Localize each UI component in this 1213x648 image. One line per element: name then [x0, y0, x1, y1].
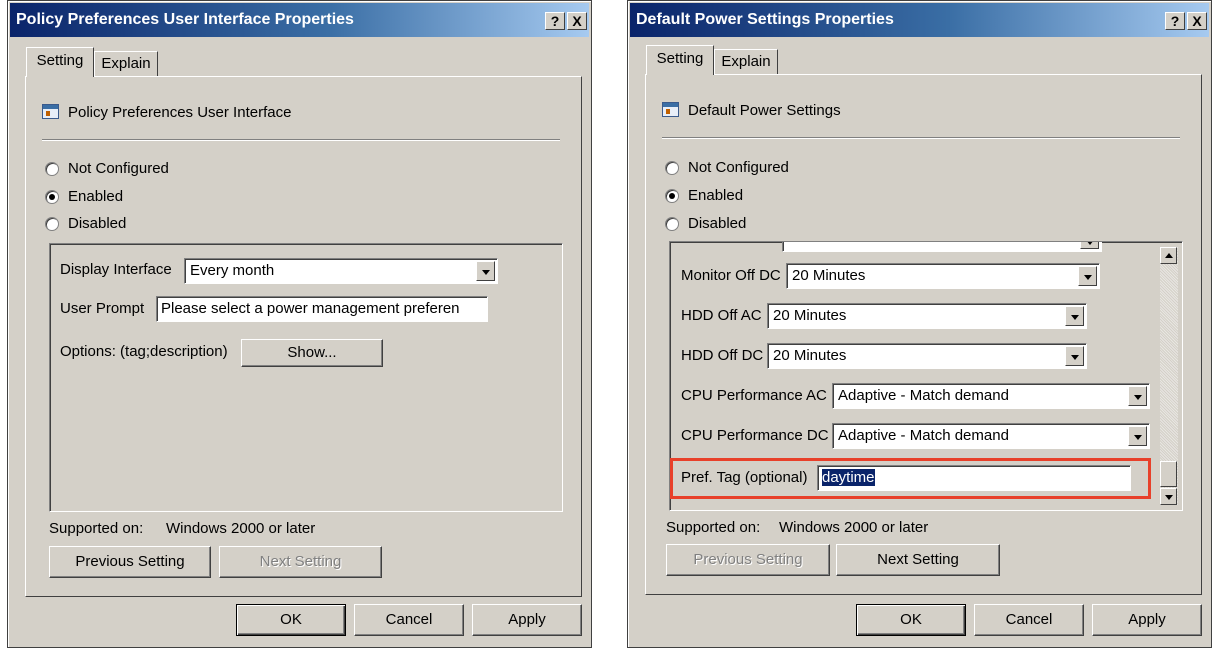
next-setting-button[interactable]: Next Setting [836, 544, 1000, 576]
scroll-up-icon[interactable] [1160, 247, 1177, 264]
radio-label: Enabled [68, 188, 124, 205]
right-dialog: Default Power Settings Properties ? X Se… [627, 0, 1212, 648]
chevron-down-icon[interactable] [1080, 242, 1099, 249]
radio-disabled[interactable]: Disabled [665, 215, 746, 232]
divider [662, 137, 1180, 139]
cancel-button[interactable]: Cancel [974, 604, 1084, 636]
policy-icon [662, 102, 679, 117]
radio-enabled[interactable]: Enabled [665, 187, 743, 204]
radio-circle-selected [665, 188, 679, 203]
ok-button[interactable]: OK [236, 604, 346, 636]
policy-icon [42, 104, 59, 119]
help-button[interactable]: ? [545, 12, 565, 30]
left-dialog-title: Policy Preferences User Interface Proper… [16, 11, 354, 28]
apply-button[interactable]: Apply [1092, 604, 1202, 636]
tab-explain[interactable]: Explain [714, 49, 778, 75]
cpu-performance-ac-value: Adaptive - Match demand [838, 387, 1009, 404]
options-label: Options: (tag;description) [60, 343, 228, 360]
left-tab-panel: Policy Preferences User Interface Not Co… [25, 76, 582, 597]
radio-disabled[interactable]: Disabled [45, 215, 126, 232]
apply-button[interactable]: Apply [472, 604, 582, 636]
hdd-off-dc-label: HDD Off DC [681, 347, 764, 364]
chevron-down-icon[interactable] [476, 261, 495, 281]
right-dialog-title: Default Power Settings Properties [636, 11, 894, 28]
close-button[interactable]: X [1187, 12, 1207, 30]
scrollbar-thumb[interactable] [1160, 461, 1177, 487]
right-titlebar: Default Power Settings Properties ? X [630, 3, 1209, 37]
pref-tag-input[interactable]: daytime [817, 465, 1131, 491]
radio-label: Disabled [688, 215, 747, 232]
radio-circle-selected [45, 189, 59, 204]
help-button[interactable]: ? [1165, 12, 1185, 30]
pref-tag-label: Pref. Tag (optional) [681, 469, 808, 486]
divider [42, 139, 560, 141]
monitor-off-dc-value: 20 Minutes [792, 267, 866, 284]
radio-label: Enabled [688, 187, 744, 204]
policy-name: Default Power Settings [688, 102, 841, 119]
hdd-off-dc-dropdown[interactable]: 20 Minutes [767, 343, 1087, 369]
left-dialog: Policy Preferences User Interface Proper… [7, 0, 592, 648]
tab-explain[interactable]: Explain [94, 51, 158, 77]
options-panel: Monitor Off DC 20 Minutes HDD Off AC 20 … [669, 241, 1183, 511]
pref-tag-value: daytime [822, 469, 875, 486]
supported-on-label: Supported on: [666, 519, 761, 536]
show-button[interactable]: Show... [241, 339, 383, 367]
user-prompt-label: User Prompt [60, 300, 145, 317]
scroll-down-icon[interactable] [1160, 488, 1177, 505]
scrolled-dropdown[interactable] [782, 242, 1102, 252]
supported-on-value: Windows 2000 or later [166, 520, 316, 537]
user-prompt-value: Please select a power management prefere… [161, 300, 460, 317]
policy-name: Policy Preferences User Interface [68, 104, 292, 121]
options-panel: Display Interface Every month User Promp… [49, 243, 563, 512]
previous-setting-button[interactable]: Previous Setting [666, 544, 830, 576]
left-titlebar: Policy Preferences User Interface Proper… [10, 3, 589, 37]
ok-button[interactable]: OK [856, 604, 966, 636]
display-interface-label: Display Interface [60, 261, 172, 278]
cpu-performance-dc-label: CPU Performance DC [681, 427, 829, 444]
supported-on-label: Supported on: [49, 520, 144, 537]
display-interface-dropdown[interactable]: Every month [184, 258, 498, 284]
radio-label: Not Configured [68, 160, 169, 177]
hdd-off-ac-dropdown[interactable]: 20 Minutes [767, 303, 1087, 329]
hdd-off-dc-value: 20 Minutes [773, 347, 847, 364]
close-button[interactable]: X [567, 12, 587, 30]
radio-enabled[interactable]: Enabled [45, 188, 123, 205]
next-setting-button[interactable]: Next Setting [219, 546, 382, 578]
cpu-performance-dc-dropdown[interactable]: Adaptive - Match demand [832, 423, 1150, 449]
radio-not-configured[interactable]: Not Configured [45, 160, 169, 177]
radio-circle [665, 216, 679, 231]
hdd-off-ac-label: HDD Off AC [681, 307, 762, 324]
chevron-down-icon[interactable] [1128, 386, 1147, 406]
cpu-performance-ac-dropdown[interactable]: Adaptive - Match demand [832, 383, 1150, 409]
tab-setting[interactable]: Setting [646, 45, 714, 75]
chevron-down-icon[interactable] [1065, 306, 1084, 326]
cancel-button[interactable]: Cancel [354, 604, 464, 636]
display-interface-value: Every month [190, 262, 275, 279]
vertical-scrollbar[interactable] [1160, 247, 1178, 505]
previous-setting-button[interactable]: Previous Setting [49, 546, 211, 578]
supported-on-value: Windows 2000 or later [779, 519, 929, 536]
chevron-down-icon[interactable] [1128, 426, 1147, 446]
radio-label: Not Configured [688, 159, 789, 176]
chevron-down-icon[interactable] [1078, 266, 1097, 286]
user-prompt-input[interactable]: Please select a power management prefere… [156, 296, 488, 322]
monitor-off-dc-dropdown[interactable]: 20 Minutes [786, 263, 1100, 289]
monitor-off-dc-label: Monitor Off DC [681, 267, 781, 284]
right-tab-panel: Default Power Settings Not Configured En… [645, 74, 1202, 595]
radio-circle [665, 160, 679, 175]
radio-circle [45, 161, 59, 176]
radio-label: Disabled [68, 215, 127, 232]
radio-not-configured[interactable]: Not Configured [665, 159, 789, 176]
hdd-off-ac-value: 20 Minutes [773, 307, 847, 324]
chevron-down-icon[interactable] [1065, 346, 1084, 366]
tab-setting[interactable]: Setting [26, 47, 94, 77]
radio-circle [45, 216, 59, 231]
cpu-performance-dc-value: Adaptive - Match demand [838, 427, 1009, 444]
cpu-performance-ac-label: CPU Performance AC [681, 387, 827, 404]
